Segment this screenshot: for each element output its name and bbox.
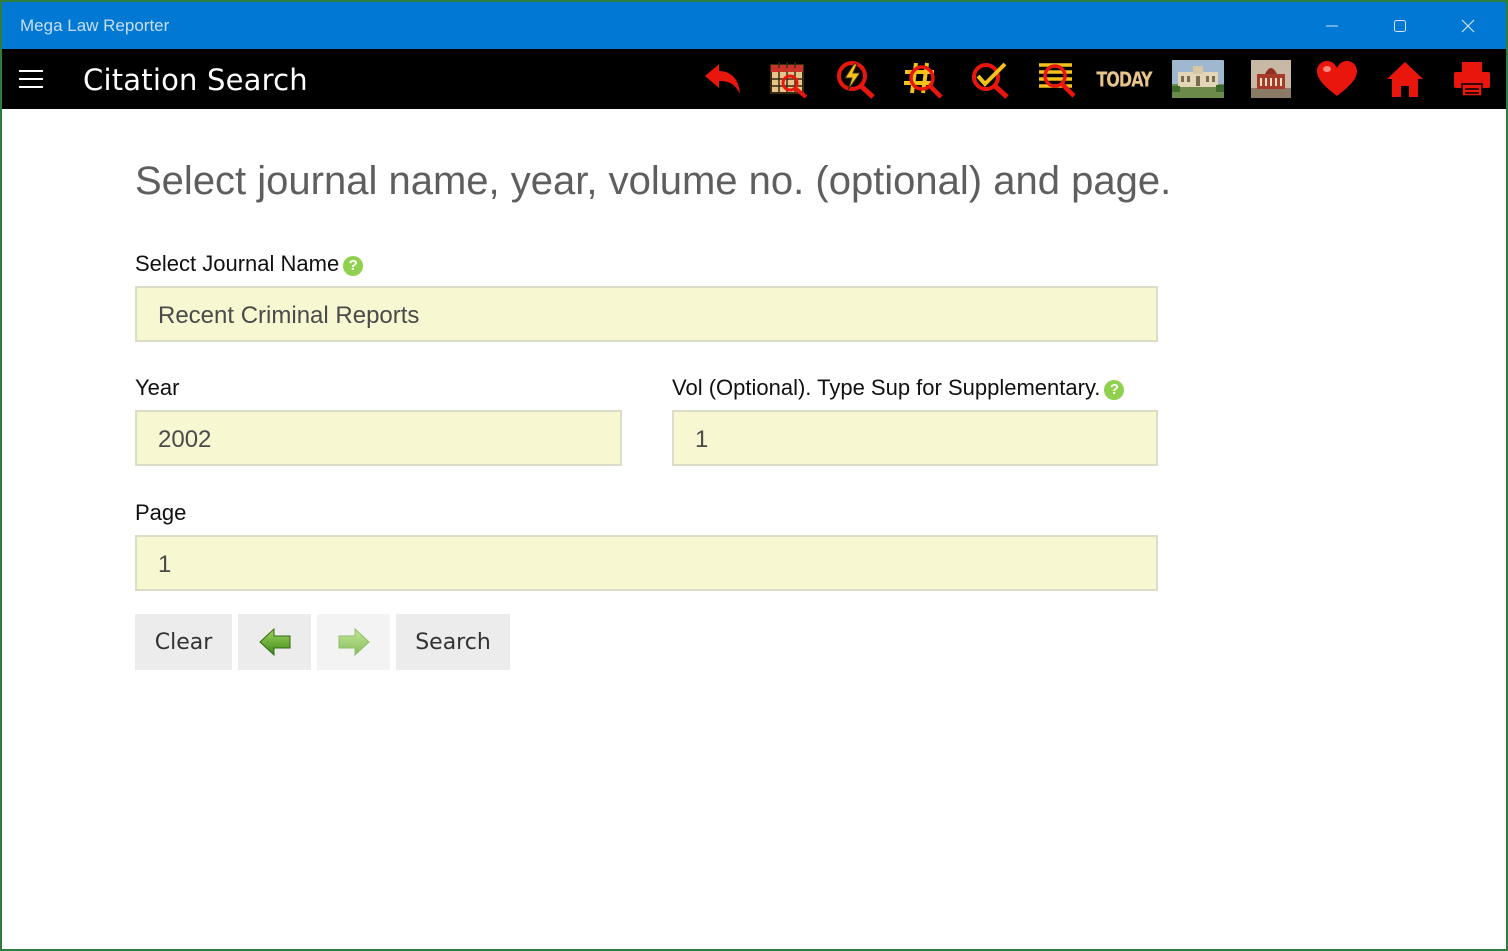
list-search-button[interactable]: [1035, 57, 1079, 101]
next-button[interactable]: [317, 614, 390, 670]
minimize-button[interactable]: [1298, 2, 1366, 49]
calendar-search-button[interactable]: [767, 57, 811, 101]
today-icon: TODAY: [1096, 67, 1152, 91]
page-label: Page: [135, 500, 187, 525]
supreme-court-button[interactable]: [1248, 57, 1294, 101]
today-button[interactable]: TODAY: [1096, 57, 1152, 101]
maximize-button[interactable]: [1366, 2, 1434, 49]
calendar-search-icon: [770, 62, 808, 99]
number-search-button[interactable]: [901, 57, 945, 101]
arrow-right-icon: [338, 627, 370, 657]
page-number-field[interactable]: 1: [135, 535, 1158, 591]
title-bar: Mega Law Reporter: [2, 2, 1506, 49]
journal-label: Select Journal Name: [135, 251, 340, 276]
year-label: Year: [135, 375, 180, 400]
volume-label-row: Vol (Optional). Type Sup for Supplementa…: [672, 375, 1125, 401]
volume-label: Vol (Optional). Type Sup for Supplementa…: [672, 375, 1101, 400]
supreme-court-photo-icon: [1251, 60, 1291, 98]
verify-search-button[interactable]: [968, 57, 1012, 101]
volume-value: 1: [695, 426, 709, 453]
page-title: Citation Search: [83, 63, 308, 97]
print-button[interactable]: [1450, 57, 1494, 101]
favorites-heart-icon: [1317, 61, 1357, 96]
volume-field[interactable]: 1: [672, 410, 1158, 466]
hash-search-icon: [904, 62, 943, 99]
print-icon: [1454, 62, 1490, 97]
high-court-photo-icon: [1172, 60, 1224, 98]
minimize-icon: [1326, 25, 1338, 26]
back-button[interactable]: [700, 57, 744, 101]
volume-help-icon[interactable]: ?: [1104, 380, 1125, 400]
quick-search-button[interactable]: [834, 57, 878, 101]
journal-help-icon[interactable]: ?: [343, 256, 364, 276]
toolbar: Citation Search TODAY: [2, 49, 1506, 109]
lightning-search-icon: [837, 61, 875, 99]
close-button[interactable]: [1434, 2, 1502, 49]
year-value: 2002: [158, 426, 212, 453]
citation-search-form: Select journal name, year, volume no. (o…: [2, 109, 1506, 949]
page-number-value: 1: [158, 551, 172, 578]
check-search-icon: [972, 62, 1009, 99]
journal-label-row: Select Journal Name?: [135, 251, 364, 277]
journal-name-field[interactable]: Recent Criminal Reports: [135, 286, 1158, 342]
home-button[interactable]: [1383, 57, 1427, 101]
form-instruction: Select journal name, year, volume no. (o…: [135, 159, 1172, 203]
app-window: Mega Law Reporter Citation Search TODAY …: [2, 2, 1506, 949]
search-button[interactable]: Search: [396, 614, 510, 670]
previous-button[interactable]: [238, 614, 311, 670]
year-field[interactable]: 2002: [135, 410, 622, 466]
high-court-button[interactable]: [1170, 57, 1226, 101]
app-title: Mega Law Reporter: [20, 16, 170, 35]
close-icon: [1461, 19, 1475, 32]
favorites-button[interactable]: [1315, 57, 1359, 101]
home-icon: [1387, 62, 1423, 97]
list-search-icon: [1039, 63, 1076, 98]
clear-button[interactable]: Clear: [135, 614, 232, 670]
hamburger-menu-button[interactable]: [16, 65, 48, 93]
maximize-icon: [1394, 19, 1406, 32]
back-icon: [705, 64, 740, 94]
journal-name-value: Recent Criminal Reports: [158, 302, 420, 329]
arrow-left-icon: [258, 627, 290, 657]
